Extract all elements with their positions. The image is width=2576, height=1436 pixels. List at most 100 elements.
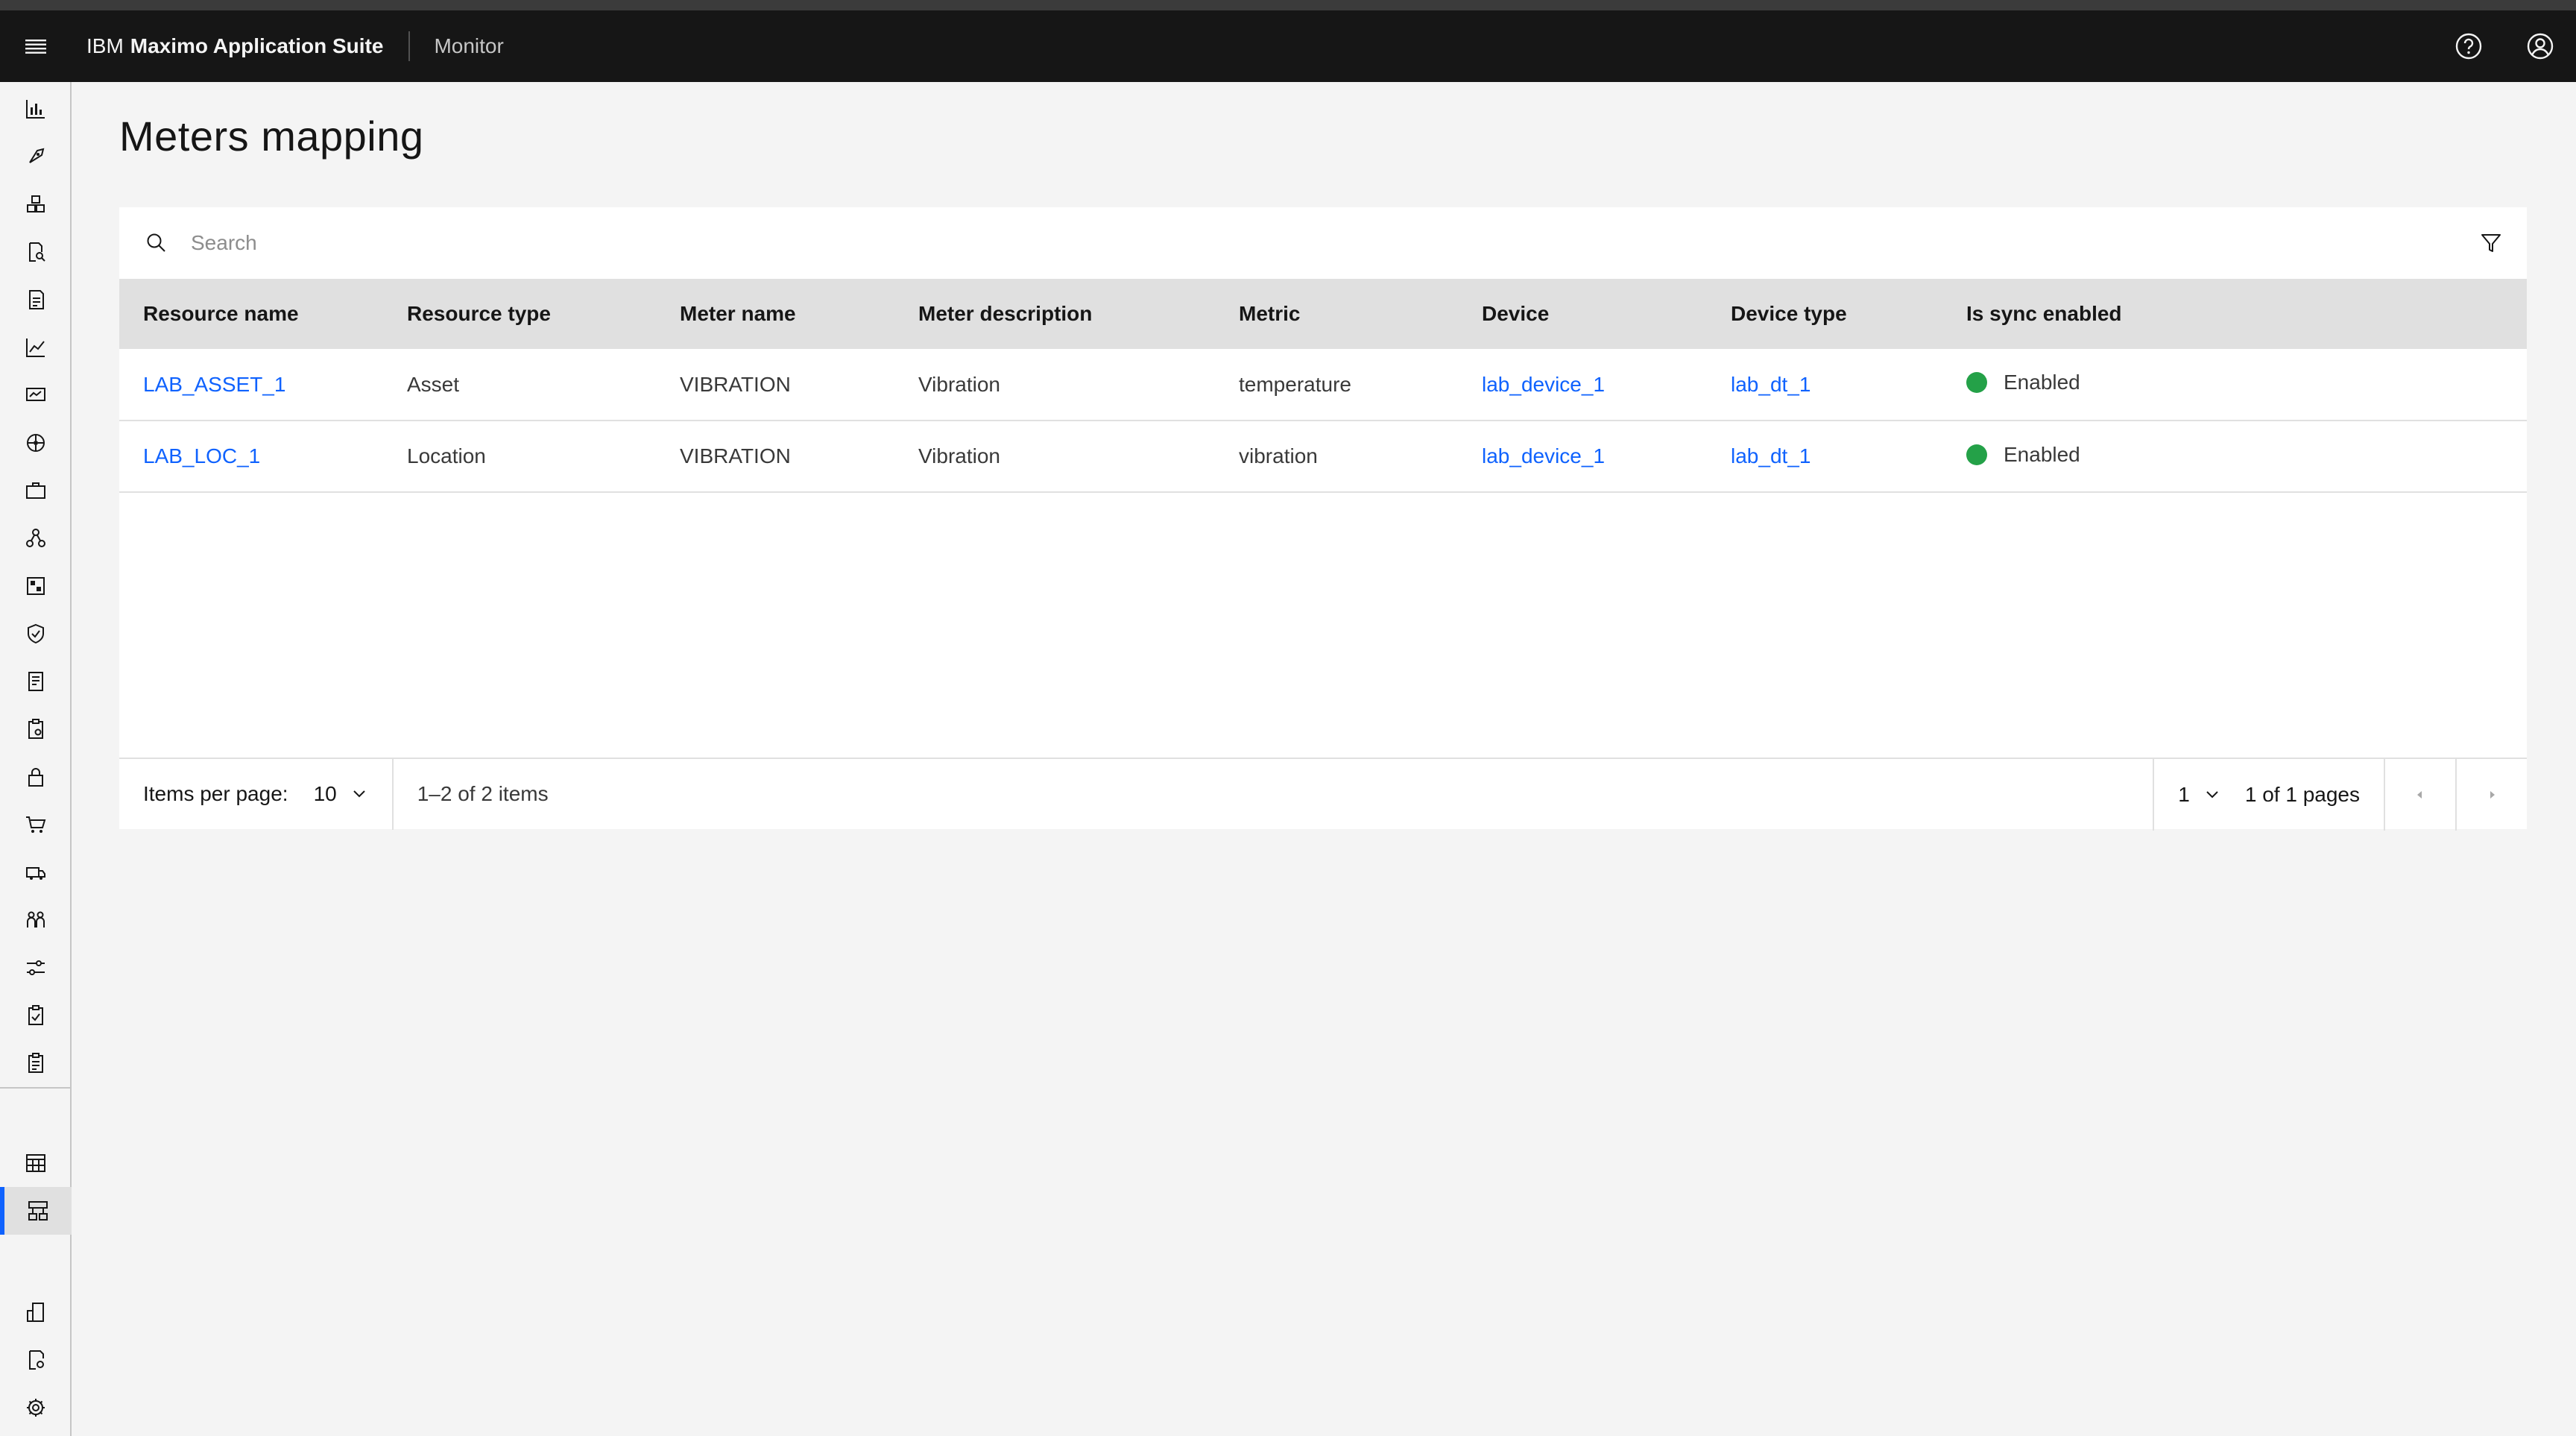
nav-item-network[interactable] (0, 419, 72, 467)
sliders-icon (27, 960, 45, 975)
meter-name-cell: VIBRATION (680, 444, 791, 467)
meter-description-cell: Vibration (918, 444, 1001, 467)
shopping-cart-icon (26, 816, 46, 833)
column-header[interactable]: Metric (1239, 279, 1482, 349)
column-header[interactable]: Resource name (119, 279, 407, 349)
lock-icon (28, 768, 43, 787)
nav-item-tasks[interactable] (0, 1039, 72, 1087)
column-header[interactable]: Resource type (407, 279, 680, 349)
pagination-bar: Items per page: 10 1–2 of 2 items 1 1 of… (119, 758, 2527, 831)
items-range-text: 1–2 of 2 items (417, 782, 549, 805)
metric-cell: vibration (1239, 444, 1318, 467)
nav-item-requests[interactable] (0, 705, 72, 753)
help-button[interactable] (2433, 10, 2504, 82)
people-icon (27, 911, 45, 928)
status-dot-icon (1966, 444, 1987, 465)
nav-item-meters-mapping[interactable] (0, 1187, 72, 1235)
device-type-link[interactable]: lab_dt_1 (1731, 444, 1811, 467)
sync-status: Enabled (1966, 371, 2080, 394)
nav-item-purchasing[interactable] (0, 801, 72, 848)
brand-prefix: IBM (86, 34, 124, 57)
filter-icon (2481, 234, 2501, 252)
search-input[interactable] (191, 221, 2352, 265)
resource-name-link[interactable]: LAB_ASSET_1 (143, 373, 285, 396)
items-per-page-select[interactable]: 10 (314, 758, 394, 830)
meters-table-container: Resource name Resource type Meter name M… (119, 207, 2527, 831)
nav-item-hierarchy[interactable] (0, 514, 72, 562)
nav-item-delivery[interactable] (0, 848, 72, 896)
nav-item-assets[interactable] (0, 180, 72, 228)
hierarchy-icon (26, 529, 45, 547)
device-link[interactable]: lab_device_1 (1482, 373, 1605, 396)
user-profile-button[interactable] (2504, 10, 2576, 82)
column-header[interactable]: Is sync enabled (1966, 279, 2527, 349)
pages-text: 1 of 1 pages (2244, 783, 2360, 806)
table-row[interactable]: LAB_ASSET_1 Asset VIBRATION Vibration te… (119, 349, 2527, 421)
column-header[interactable]: Meter name (680, 279, 918, 349)
bar-chart-icon (26, 100, 45, 119)
previous-page-button[interactable] (2384, 759, 2455, 831)
building-icon (27, 1303, 44, 1322)
header-divider (408, 31, 411, 61)
menu-button[interactable] (0, 10, 72, 82)
device-type-link[interactable]: lab_dt_1 (1731, 373, 1811, 396)
caret-right-icon (2490, 791, 2495, 799)
nav-item-calendar[interactable] (0, 1139, 72, 1187)
table-row[interactable]: LAB_LOC_1 Location VIBRATION Vibration v… (119, 421, 2527, 492)
column-header[interactable]: Device type (1731, 279, 1966, 349)
cubes-icon (27, 195, 45, 212)
meter-name-cell: VIBRATION (680, 372, 791, 396)
nav-item-document-settings[interactable] (0, 1336, 72, 1384)
nav-item-records[interactable] (0, 658, 72, 705)
nav-item-people[interactable] (0, 896, 72, 944)
line-chart-icon (26, 338, 45, 357)
resource-type-cell: Asset (407, 372, 460, 396)
resource-type-cell: Location (407, 444, 486, 467)
nav-item-checklist[interactable] (0, 992, 72, 1039)
document-gear-icon (29, 1350, 44, 1370)
nav-item-work[interactable] (0, 467, 72, 514)
table-header-row: Resource name Resource type Meter name M… (119, 279, 2527, 349)
search-icon-wrap (119, 207, 191, 279)
status-dot-icon (1966, 372, 1987, 393)
top-header: IBM Maximo Application Suite Monitor (0, 10, 2576, 82)
page-title: Meters mapping (119, 113, 424, 160)
caret-left-icon (2417, 791, 2422, 799)
nav-item-grid[interactable] (0, 562, 72, 610)
nav-item-security[interactable] (0, 610, 72, 658)
column-header[interactable]: Meter description (918, 279, 1239, 349)
column-header[interactable]: Device (1482, 279, 1731, 349)
data-structure-icon (28, 1201, 48, 1221)
nav-item-monitor[interactable] (0, 371, 72, 419)
nav-item-analytics[interactable] (0, 324, 72, 371)
nav-item-reports[interactable] (0, 276, 72, 324)
nav-item-settings[interactable] (0, 1384, 72, 1432)
chevron-down-icon (353, 790, 365, 798)
device-link[interactable]: lab_device_1 (1482, 444, 1605, 467)
document-search-icon (29, 242, 45, 262)
window-top-strip (0, 0, 2576, 10)
nav-item-building[interactable] (0, 1288, 72, 1336)
clipboard-icon (28, 719, 43, 739)
nav-item-lock[interactable] (0, 753, 72, 801)
sync-status: Enabled (1966, 443, 2080, 467)
gear-icon (27, 1399, 45, 1417)
meter-description-cell: Vibration (918, 372, 1001, 396)
page-number-select[interactable]: 1 (2153, 759, 2221, 831)
nav-item-inventory[interactable] (0, 228, 72, 276)
brand-name[interactable]: IBM Maximo Application Suite (72, 10, 383, 82)
resource-name-link[interactable]: LAB_LOC_1 (143, 444, 260, 467)
items-per-page-value: 10 (313, 782, 337, 805)
filter-button[interactable] (2455, 207, 2527, 279)
nav-item-settings-sliders[interactable] (0, 944, 72, 992)
next-page-button[interactable] (2455, 759, 2527, 831)
app-name[interactable]: Monitor (434, 34, 503, 58)
nav-item-dashboard[interactable] (0, 85, 72, 133)
shield-check-icon (28, 623, 44, 644)
grid-icon (27, 577, 45, 595)
monitor-icon (26, 388, 45, 401)
rocket-icon (29, 148, 45, 163)
side-navigation (0, 82, 72, 1436)
search-icon (147, 233, 165, 252)
nav-item-launch[interactable] (0, 133, 72, 180)
